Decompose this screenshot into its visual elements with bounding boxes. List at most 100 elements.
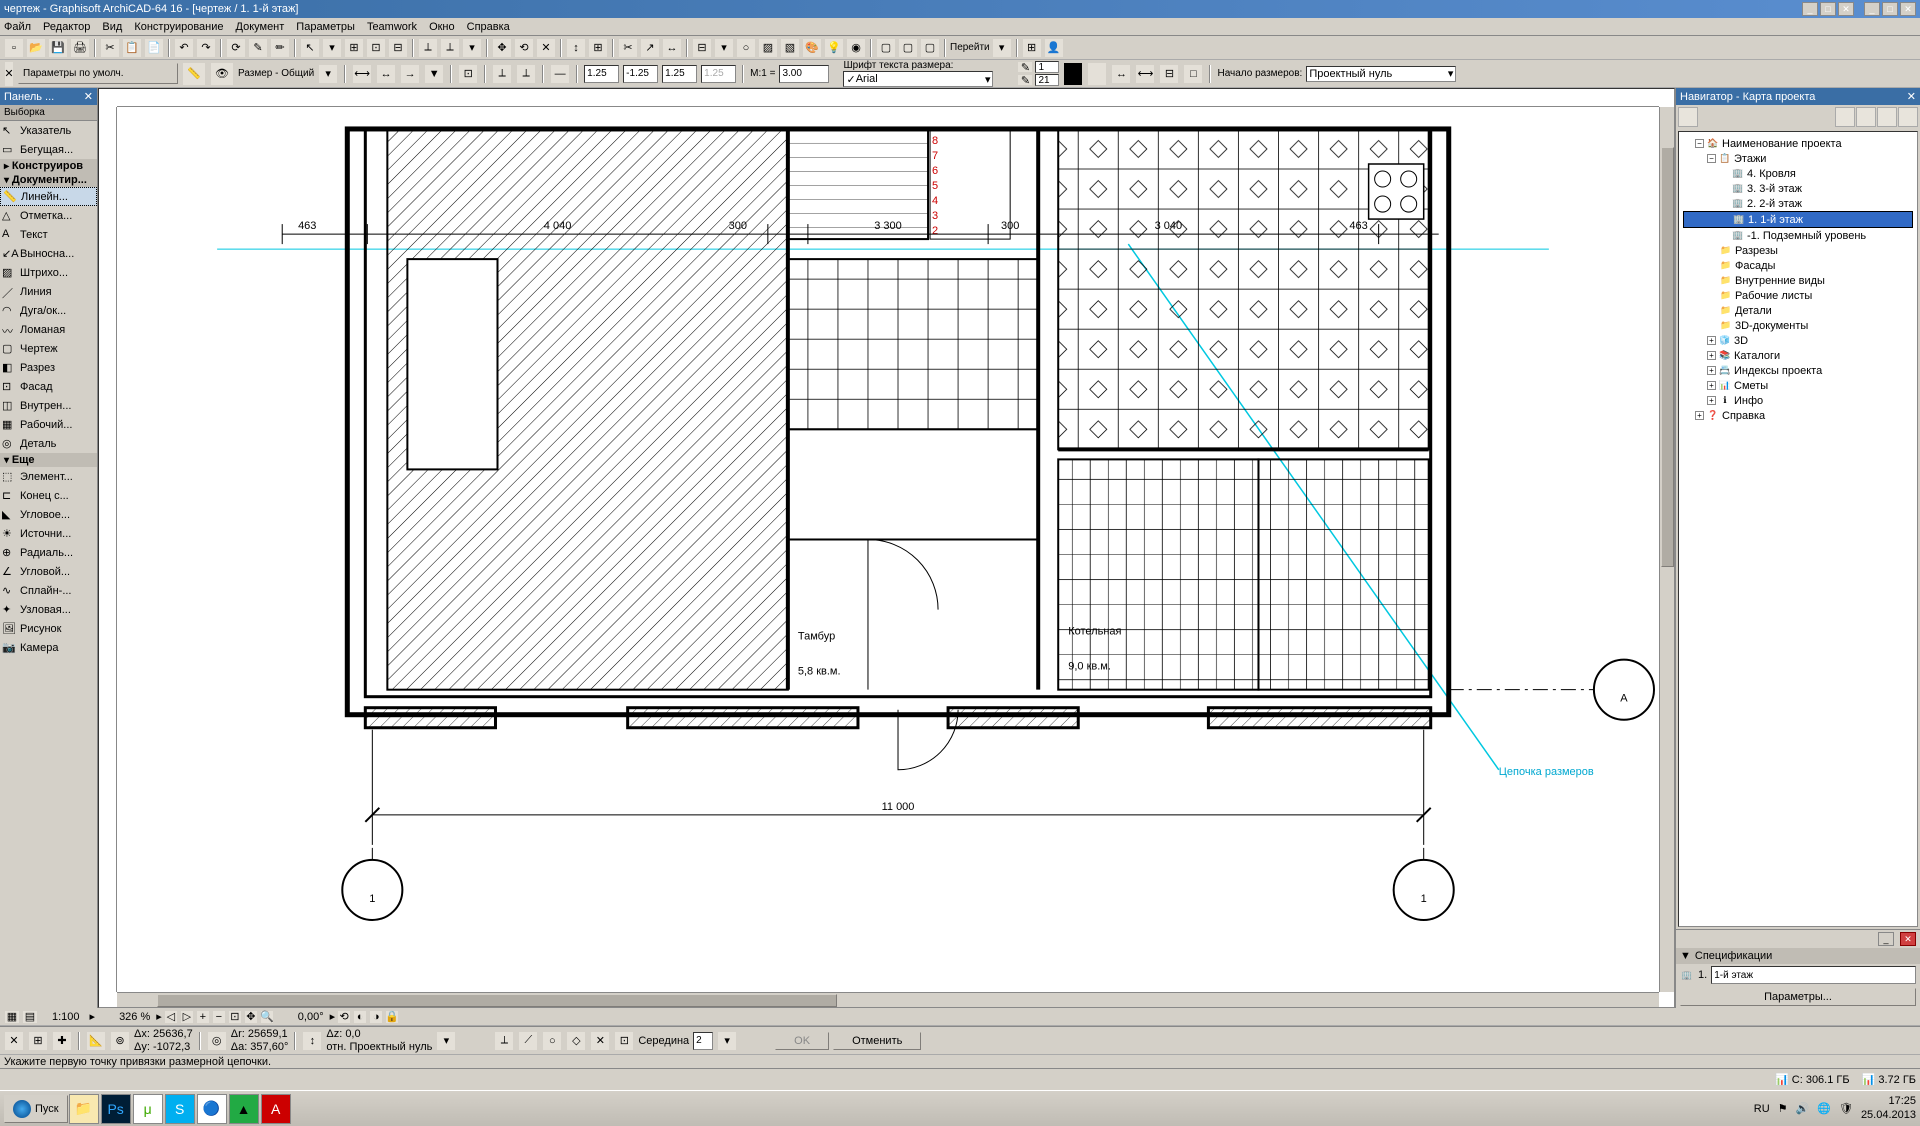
start-button[interactable]: Пуск xyxy=(4,1095,68,1123)
tray-icon-4[interactable]: 🛡 xyxy=(1839,1102,1853,1115)
ruler-icon[interactable]: ⟂ xyxy=(418,38,438,58)
menu-help[interactable]: Справка xyxy=(467,21,510,33)
acrobat-icon[interactable]: A xyxy=(261,1094,291,1124)
text-size1-input[interactable] xyxy=(584,65,619,83)
lang-indicator[interactable]: RU xyxy=(1754,1103,1770,1115)
pointer-tool[interactable]: ↖Указатель xyxy=(0,121,97,140)
dimension-tool-icon[interactable]: 📏 xyxy=(182,62,206,86)
radial-tool[interactable]: ⊕Радиаль... xyxy=(0,543,97,562)
snap2-icon[interactable]: ⟋ xyxy=(518,1031,538,1051)
interior-tool[interactable]: ◫Внутрен... xyxy=(0,396,97,415)
tree-sections[interactable]: 📁Разрезы xyxy=(1683,243,1913,258)
opt-a-icon[interactable]: ◐ xyxy=(353,1010,367,1024)
dim-mode2-icon[interactable]: ↔ xyxy=(376,64,396,84)
leader-tool[interactable]: ↙AВыносна... xyxy=(0,244,97,263)
tree-facades[interactable]: 📁Фасады xyxy=(1683,258,1913,273)
maximize-button[interactable]: □ xyxy=(1820,2,1836,16)
adjust-icon[interactable]: ↔ xyxy=(662,38,682,58)
snap1-icon[interactable]: ⟂ xyxy=(494,1031,514,1051)
arc-tool[interactable]: ◠Дуга/ок... xyxy=(0,301,97,320)
ref-dropdown-icon[interactable]: ▾ xyxy=(436,1031,456,1051)
coord-z-icon[interactable]: ↕ xyxy=(302,1031,322,1051)
scroll-thumb-h[interactable] xyxy=(157,994,837,1007)
default-params-button[interactable]: Параметры по умолч. xyxy=(18,63,178,84)
close-button[interactable]: ✕ xyxy=(1838,2,1854,16)
photoshop-icon[interactable]: Ps xyxy=(101,1094,131,1124)
zoom-out-icon[interactable]: − xyxy=(212,1010,226,1024)
dim-elev-icon[interactable]: □ xyxy=(1183,64,1203,84)
doc-close-button[interactable]: ✕ xyxy=(1900,2,1916,16)
dim-style-icon[interactable]: ⊡ xyxy=(458,64,478,84)
hatch-tool[interactable]: ▨Штрихо... xyxy=(0,263,97,282)
menu-file[interactable]: Файл xyxy=(4,21,31,33)
menu-design[interactable]: Конструирование xyxy=(134,21,223,33)
lamp-icon[interactable]: 💡 xyxy=(824,38,844,58)
dim-mode3-icon[interactable]: → xyxy=(400,64,420,84)
view-opt2-icon[interactable]: ▤ xyxy=(22,1010,38,1024)
dim-baseline-icon[interactable]: ⟷ xyxy=(1135,64,1155,84)
scale-display[interactable]: 1:100 xyxy=(52,1011,80,1023)
params-button[interactable]: Параметры... xyxy=(1680,988,1916,1006)
tray-icon-2[interactable]: 🔊 xyxy=(1796,1102,1810,1115)
close-coord-icon[interactable]: ✕ xyxy=(4,1031,24,1051)
witness2-icon[interactable]: ⟂ xyxy=(516,64,536,84)
tree-catalogues[interactable]: +📚Каталоги xyxy=(1683,348,1913,363)
tree-details[interactable]: 📁Детали xyxy=(1683,303,1913,318)
font-select[interactable]: ✓ Arial▾ xyxy=(843,71,993,87)
tree-worksheets[interactable]: 📁Рабочие листы xyxy=(1683,288,1913,303)
zoom-display[interactable]: 326 % xyxy=(119,1011,150,1023)
panel-close-icon[interactable]: ✕ xyxy=(84,90,93,103)
zoom-fit-icon[interactable]: ⊡ xyxy=(228,1010,242,1024)
person-icon[interactable]: 👤 xyxy=(1044,38,1064,58)
snap-dropdown-icon[interactable]: ▾ xyxy=(717,1031,737,1051)
navigator-tree[interactable]: −🏠Наименование проекта −📋Этажи 🏢4. Кровл… xyxy=(1678,131,1918,927)
pen2-input[interactable] xyxy=(1035,74,1059,86)
tree-stories[interactable]: −📋Этажи xyxy=(1683,151,1913,166)
arrow-dropdown-icon[interactable]: ▾ xyxy=(462,38,482,58)
spline-tool[interactable]: ∿Сплайн-... xyxy=(0,581,97,600)
snap3-icon[interactable]: ○ xyxy=(542,1031,562,1051)
wallend-tool[interactable]: ⊏Конец с... xyxy=(0,486,97,505)
paint-icon[interactable]: 🎨 xyxy=(802,38,822,58)
mirror-icon[interactable]: ✕ xyxy=(536,38,556,58)
chrome-icon[interactable]: 🔵 xyxy=(197,1094,227,1124)
nav-minimize-icon[interactable]: _ xyxy=(1878,932,1894,946)
extend-icon[interactable]: ↗ xyxy=(640,38,660,58)
tree-story-1[interactable]: 🏢1. 1-й этаж xyxy=(1683,211,1913,228)
zoom-next-icon[interactable]: ▷ xyxy=(180,1010,194,1024)
tree-3d-docs[interactable]: 📁3D-документы xyxy=(1683,318,1913,333)
paste-icon[interactable]: 📄 xyxy=(144,38,164,58)
nav-icon[interactable]: ⊞ xyxy=(1022,38,1042,58)
refresh-icon[interactable]: ⟳ xyxy=(226,38,246,58)
nav-view-map-icon[interactable] xyxy=(1835,107,1855,127)
copy-icon[interactable]: 📋 xyxy=(122,38,142,58)
dim-chain-icon[interactable]: ↔ xyxy=(1111,64,1131,84)
wand-icon[interactable]: ✎ xyxy=(248,38,268,58)
rotate-icon[interactable]: ⟲ xyxy=(514,38,534,58)
opt-b-icon[interactable]: ◑ xyxy=(369,1010,383,1024)
pen1-input[interactable] xyxy=(1035,61,1059,73)
angle-display[interactable]: 0,00° xyxy=(298,1011,324,1023)
drawing-tool[interactable]: ▢Чертеж xyxy=(0,339,97,358)
tree-indexes[interactable]: +📇Индексы проекта xyxy=(1683,363,1913,378)
system-clock[interactable]: 17:25 25.04.2013 xyxy=(1861,1095,1916,1121)
goto-dropdown-icon[interactable]: ▾ xyxy=(992,38,1012,58)
cancel-button[interactable]: Отменить xyxy=(833,1032,921,1050)
canvas[interactable]: 8765432 xyxy=(98,88,1675,1008)
guideline-icon[interactable]: ⊟ xyxy=(388,38,408,58)
nav-layout-icon[interactable] xyxy=(1856,107,1876,127)
undo-icon[interactable]: ↶ xyxy=(174,38,194,58)
dimension-layer-label[interactable]: Размер - Общий xyxy=(238,68,314,79)
view2-icon[interactable]: ▢ xyxy=(898,38,918,58)
doc-minimize-button[interactable]: _ xyxy=(1864,2,1880,16)
zoom-in-icon[interactable]: + xyxy=(196,1010,210,1024)
multiply-icon[interactable]: ⊞ xyxy=(588,38,608,58)
tree-project-root[interactable]: −🏠Наименование проекта xyxy=(1683,136,1913,151)
snap6-icon[interactable]: ⊡ xyxy=(614,1031,634,1051)
document-group[interactable]: ▾ Документир... xyxy=(0,173,97,187)
worksheet-tool[interactable]: ▦Рабочий... xyxy=(0,415,97,434)
elevate-icon[interactable]: ↕ xyxy=(566,38,586,58)
facade-tool[interactable]: ⊡Фасад xyxy=(0,377,97,396)
coord-mode2-icon[interactable]: ✚ xyxy=(52,1031,72,1051)
cut-icon[interactable]: ✂ xyxy=(100,38,120,58)
